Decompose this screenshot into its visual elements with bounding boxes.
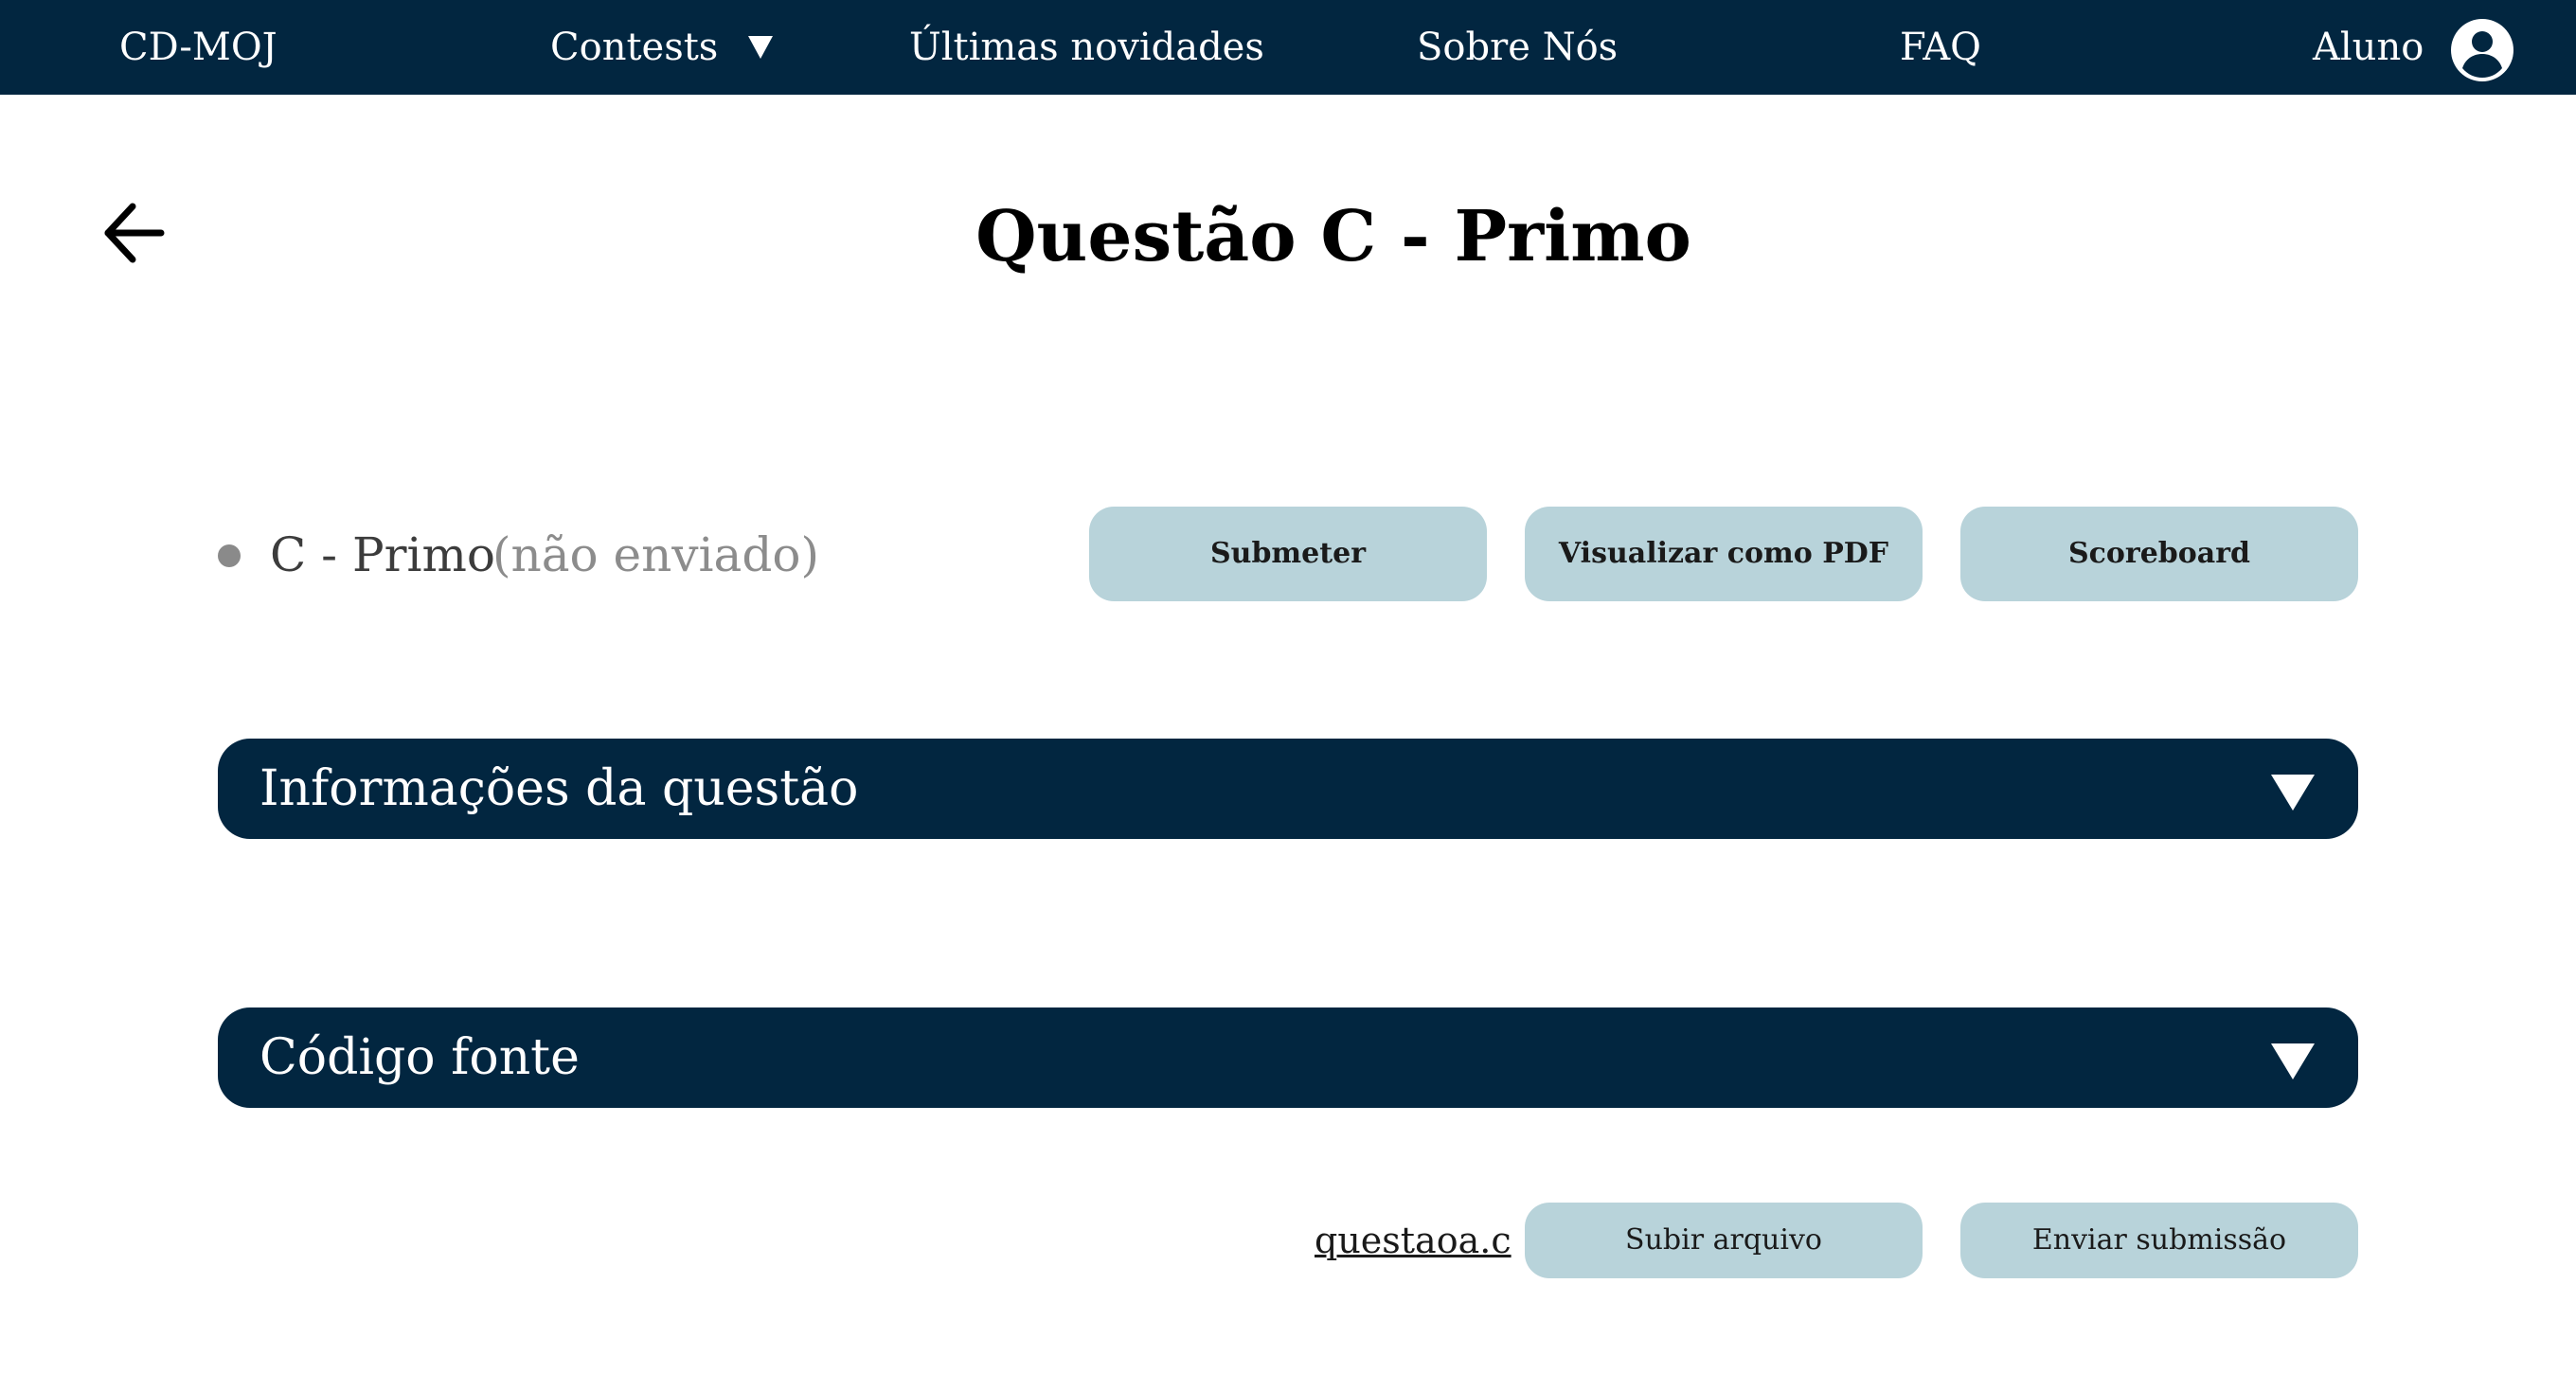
accordion-source-code[interactable]: Código fonte	[218, 1007, 2358, 1108]
user-circle-icon[interactable]	[2451, 19, 2513, 81]
nav-news[interactable]: Últimas novidades	[909, 0, 1264, 95]
submit-button[interactable]: Submeter	[1089, 507, 1487, 601]
nav-contests[interactable]: Contests	[550, 0, 718, 95]
nav-about[interactable]: Sobre Nós	[1417, 0, 1618, 95]
caret-down-icon	[2271, 1043, 2315, 1079]
top-navbar: CD-MOJ Contests Últimas novidades Sobre …	[0, 0, 2576, 95]
caret-down-icon[interactable]	[748, 36, 773, 59]
page-title: Questão C - Primo	[975, 196, 1691, 277]
caret-down-icon	[2271, 775, 2315, 811]
send-submission-button[interactable]: Enviar submissão	[1960, 1203, 2358, 1278]
problem-name: C - Primo	[270, 527, 495, 582]
scoreboard-button[interactable]: Scoreboard	[1960, 507, 2358, 601]
nav-faq[interactable]: FAQ	[1900, 0, 1981, 95]
accordion-problem-info[interactable]: Informações da questão	[218, 739, 2358, 839]
nav-user-name[interactable]: Aluno	[2313, 0, 2424, 95]
status-dot	[218, 544, 241, 567]
brand-link[interactable]: CD-MOJ	[119, 0, 277, 95]
file-name-link[interactable]: questaoa.c	[1315, 1214, 1512, 1267]
accordion-problem-info-label: Informações da questão	[259, 760, 859, 817]
problem-status: (não enviado)	[492, 527, 819, 582]
accordion-source-code-label: Código fonte	[259, 1029, 580, 1086]
view-pdf-button[interactable]: Visualizar como PDF	[1525, 507, 1923, 601]
upload-file-button[interactable]: Subir arquivo	[1525, 1203, 1923, 1278]
